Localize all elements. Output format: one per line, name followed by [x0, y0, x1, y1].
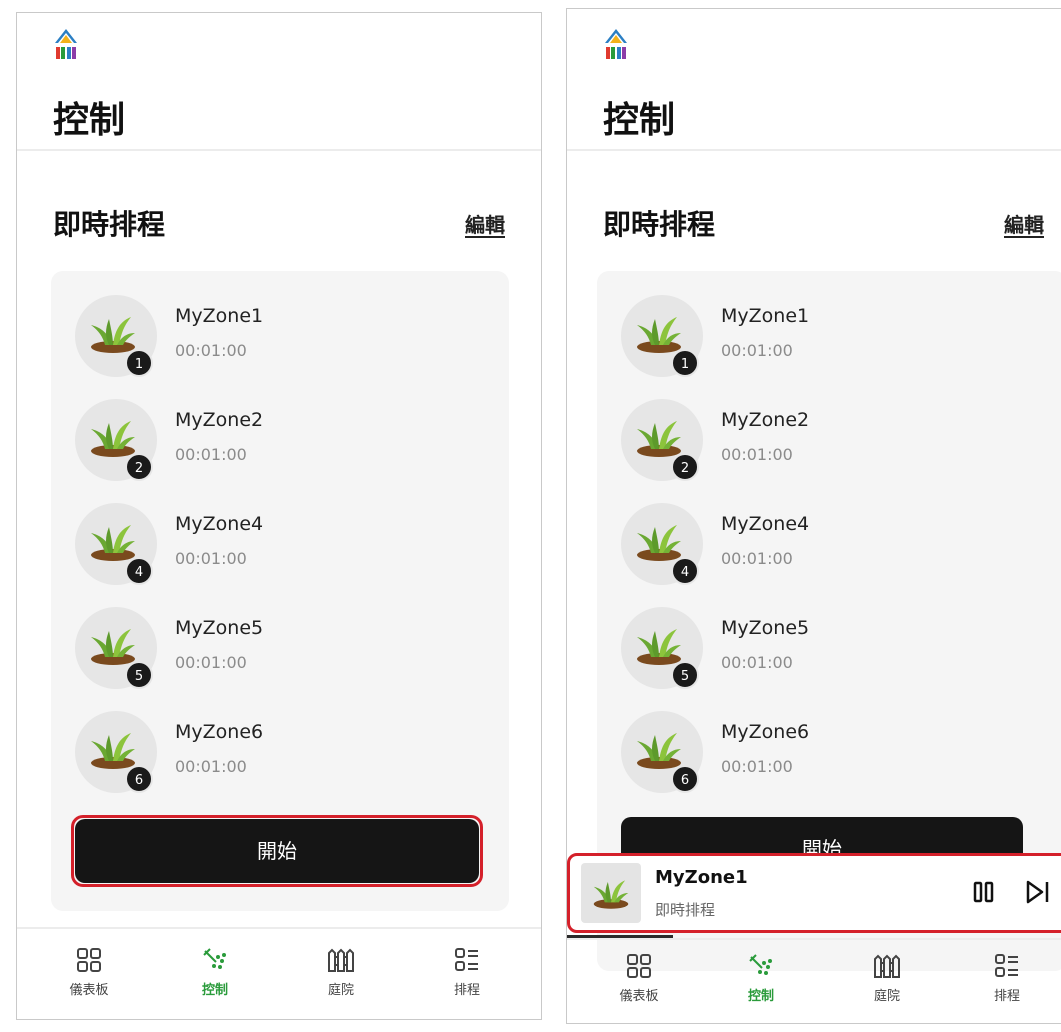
zone-duration: 00:01:00 [721, 341, 793, 360]
fence-icon [874, 954, 900, 978]
nav-label: 排程 [993, 989, 1020, 1004]
page-title: 控制 [53, 100, 126, 141]
zone-number-badge: 1 [671, 349, 699, 377]
plant-icon [91, 421, 135, 457]
zone-number-badge: 5 [671, 661, 699, 689]
zone-list-card: 1 MyZone1 00:01:00 2 MyZone2 00:01:00 4 … [51, 271, 509, 911]
zone-number-badge: 6 [125, 765, 153, 793]
plant-icon [91, 317, 135, 353]
zone-duration: 00:01:00 [721, 445, 793, 464]
bottom-nav: 儀表板 控制 庭院 排程 [567, 935, 1061, 1023]
zone-item[interactable]: 4 MyZone4 00:01:00 [75, 503, 475, 587]
zone-name: MyZone5 [721, 617, 810, 639]
zone-name: MyZone2 [721, 409, 810, 431]
plant-icon [637, 421, 681, 457]
nav-schedule[interactable]: 排程 [417, 947, 517, 998]
zone-name: MyZone4 [175, 513, 264, 535]
app-logo-icon [605, 29, 627, 59]
plant-icon [637, 525, 681, 561]
nav-dashboard[interactable]: 儀表板 [39, 947, 139, 998]
app-logo-icon [55, 29, 77, 59]
nav-label: 控制 [747, 989, 774, 1004]
zone-duration: 00:01:00 [175, 549, 247, 568]
zone-duration: 00:01:00 [175, 653, 247, 672]
schedule-list-icon [995, 954, 1018, 977]
zone-duration: 00:01:00 [721, 549, 793, 568]
plant-icon [637, 317, 681, 353]
nav-label: 控制 [201, 983, 228, 998]
nav-label: 庭院 [327, 983, 354, 998]
zone-item[interactable]: 5 MyZone5 00:01:00 [621, 607, 1021, 691]
zone-name: MyZone4 [721, 513, 810, 535]
now-playing-subtitle: 即時排程 [655, 901, 716, 919]
zone-item[interactable]: 4 MyZone4 00:01:00 [621, 503, 1021, 587]
dashboard-icon [77, 948, 101, 972]
pause-icon[interactable] [969, 877, 999, 907]
phone-screen-after: 控制 即時排程 編輯 1 MyZone1 00:01:00 2 MyZone2 … [566, 8, 1061, 1024]
zone-item[interactable]: 2 MyZone2 00:01:00 [75, 399, 475, 483]
fence-icon [328, 948, 354, 972]
section-title: 即時排程 [603, 208, 716, 241]
nav-yard[interactable]: 庭院 [837, 953, 937, 1004]
zone-item[interactable]: 6 MyZone6 00:01:00 [75, 711, 475, 795]
zone-number-badge: 4 [125, 557, 153, 585]
zone-item[interactable]: 6 MyZone6 00:01:00 [621, 711, 1021, 795]
zone-item[interactable]: 1 MyZone1 00:01:00 [75, 295, 475, 379]
zone-number-badge: 1 [125, 349, 153, 377]
zone-duration: 00:01:00 [175, 341, 247, 360]
zone-duration: 00:01:00 [721, 757, 793, 776]
zone-duration: 00:01:00 [721, 653, 793, 672]
zone-item[interactable]: 5 MyZone5 00:01:00 [75, 607, 475, 691]
header-divider [567, 149, 1061, 151]
start-button[interactable]: 開始 [75, 819, 479, 883]
nav-label: 儀表板 [619, 989, 659, 1004]
now-playing-bar[interactable]: MyZone1 即時排程 [571, 853, 1061, 933]
edit-link[interactable]: 編輯 [1004, 209, 1044, 238]
skip-next-icon[interactable] [1023, 877, 1053, 907]
zone-item[interactable]: 2 MyZone2 00:01:00 [621, 399, 1021, 483]
plant-icon [637, 733, 681, 769]
phone-screen-before: 控制 即時排程 編輯 1 MyZone1 00:01:00 2 MyZone2 … [16, 12, 542, 1020]
dashboard-icon [627, 954, 651, 978]
nav-label: 庭院 [873, 989, 900, 1004]
zone-name: MyZone6 [175, 721, 264, 743]
nav-dashboard[interactable]: 儀表板 [589, 953, 689, 1004]
nav-schedule[interactable]: 排程 [957, 953, 1057, 1004]
zone-number-badge: 2 [671, 453, 699, 481]
nav-control[interactable]: 控制 [165, 947, 265, 998]
now-playing-thumbnail [581, 863, 641, 923]
zone-number-badge: 4 [671, 557, 699, 585]
nav-label: 排程 [453, 983, 480, 998]
nav-yard[interactable]: 庭院 [291, 947, 391, 998]
sprinkler-icon [749, 954, 772, 975]
plant-icon [637, 629, 681, 665]
section-title: 即時排程 [53, 208, 166, 241]
zone-name: MyZone1 [721, 305, 810, 327]
plant-icon [91, 629, 135, 665]
bottom-nav: 儀表板 控制 庭院 排程 [17, 929, 541, 1019]
zone-number-badge: 2 [125, 453, 153, 481]
plant-icon [91, 733, 135, 769]
zone-number-badge: 6 [671, 765, 699, 793]
nav-control[interactable]: 控制 [711, 953, 811, 1004]
zone-duration: 00:01:00 [175, 445, 247, 464]
header-divider [17, 149, 541, 151]
page-title: 控制 [603, 100, 676, 141]
plant-icon [593, 880, 629, 909]
zone-name: MyZone6 [721, 721, 810, 743]
zone-name: MyZone5 [175, 617, 264, 639]
schedule-list-icon [455, 948, 478, 971]
zone-duration: 00:01:00 [175, 757, 247, 776]
edit-link[interactable]: 編輯 [465, 209, 505, 238]
zone-name: MyZone1 [175, 305, 264, 327]
now-playing-title: MyZone1 [655, 867, 748, 888]
zone-name: MyZone2 [175, 409, 264, 431]
zone-item[interactable]: 1 MyZone1 00:01:00 [621, 295, 1021, 379]
zone-number-badge: 5 [125, 661, 153, 689]
sprinkler-icon [203, 948, 226, 969]
nav-label: 儀表板 [69, 983, 109, 998]
plant-icon [91, 525, 135, 561]
